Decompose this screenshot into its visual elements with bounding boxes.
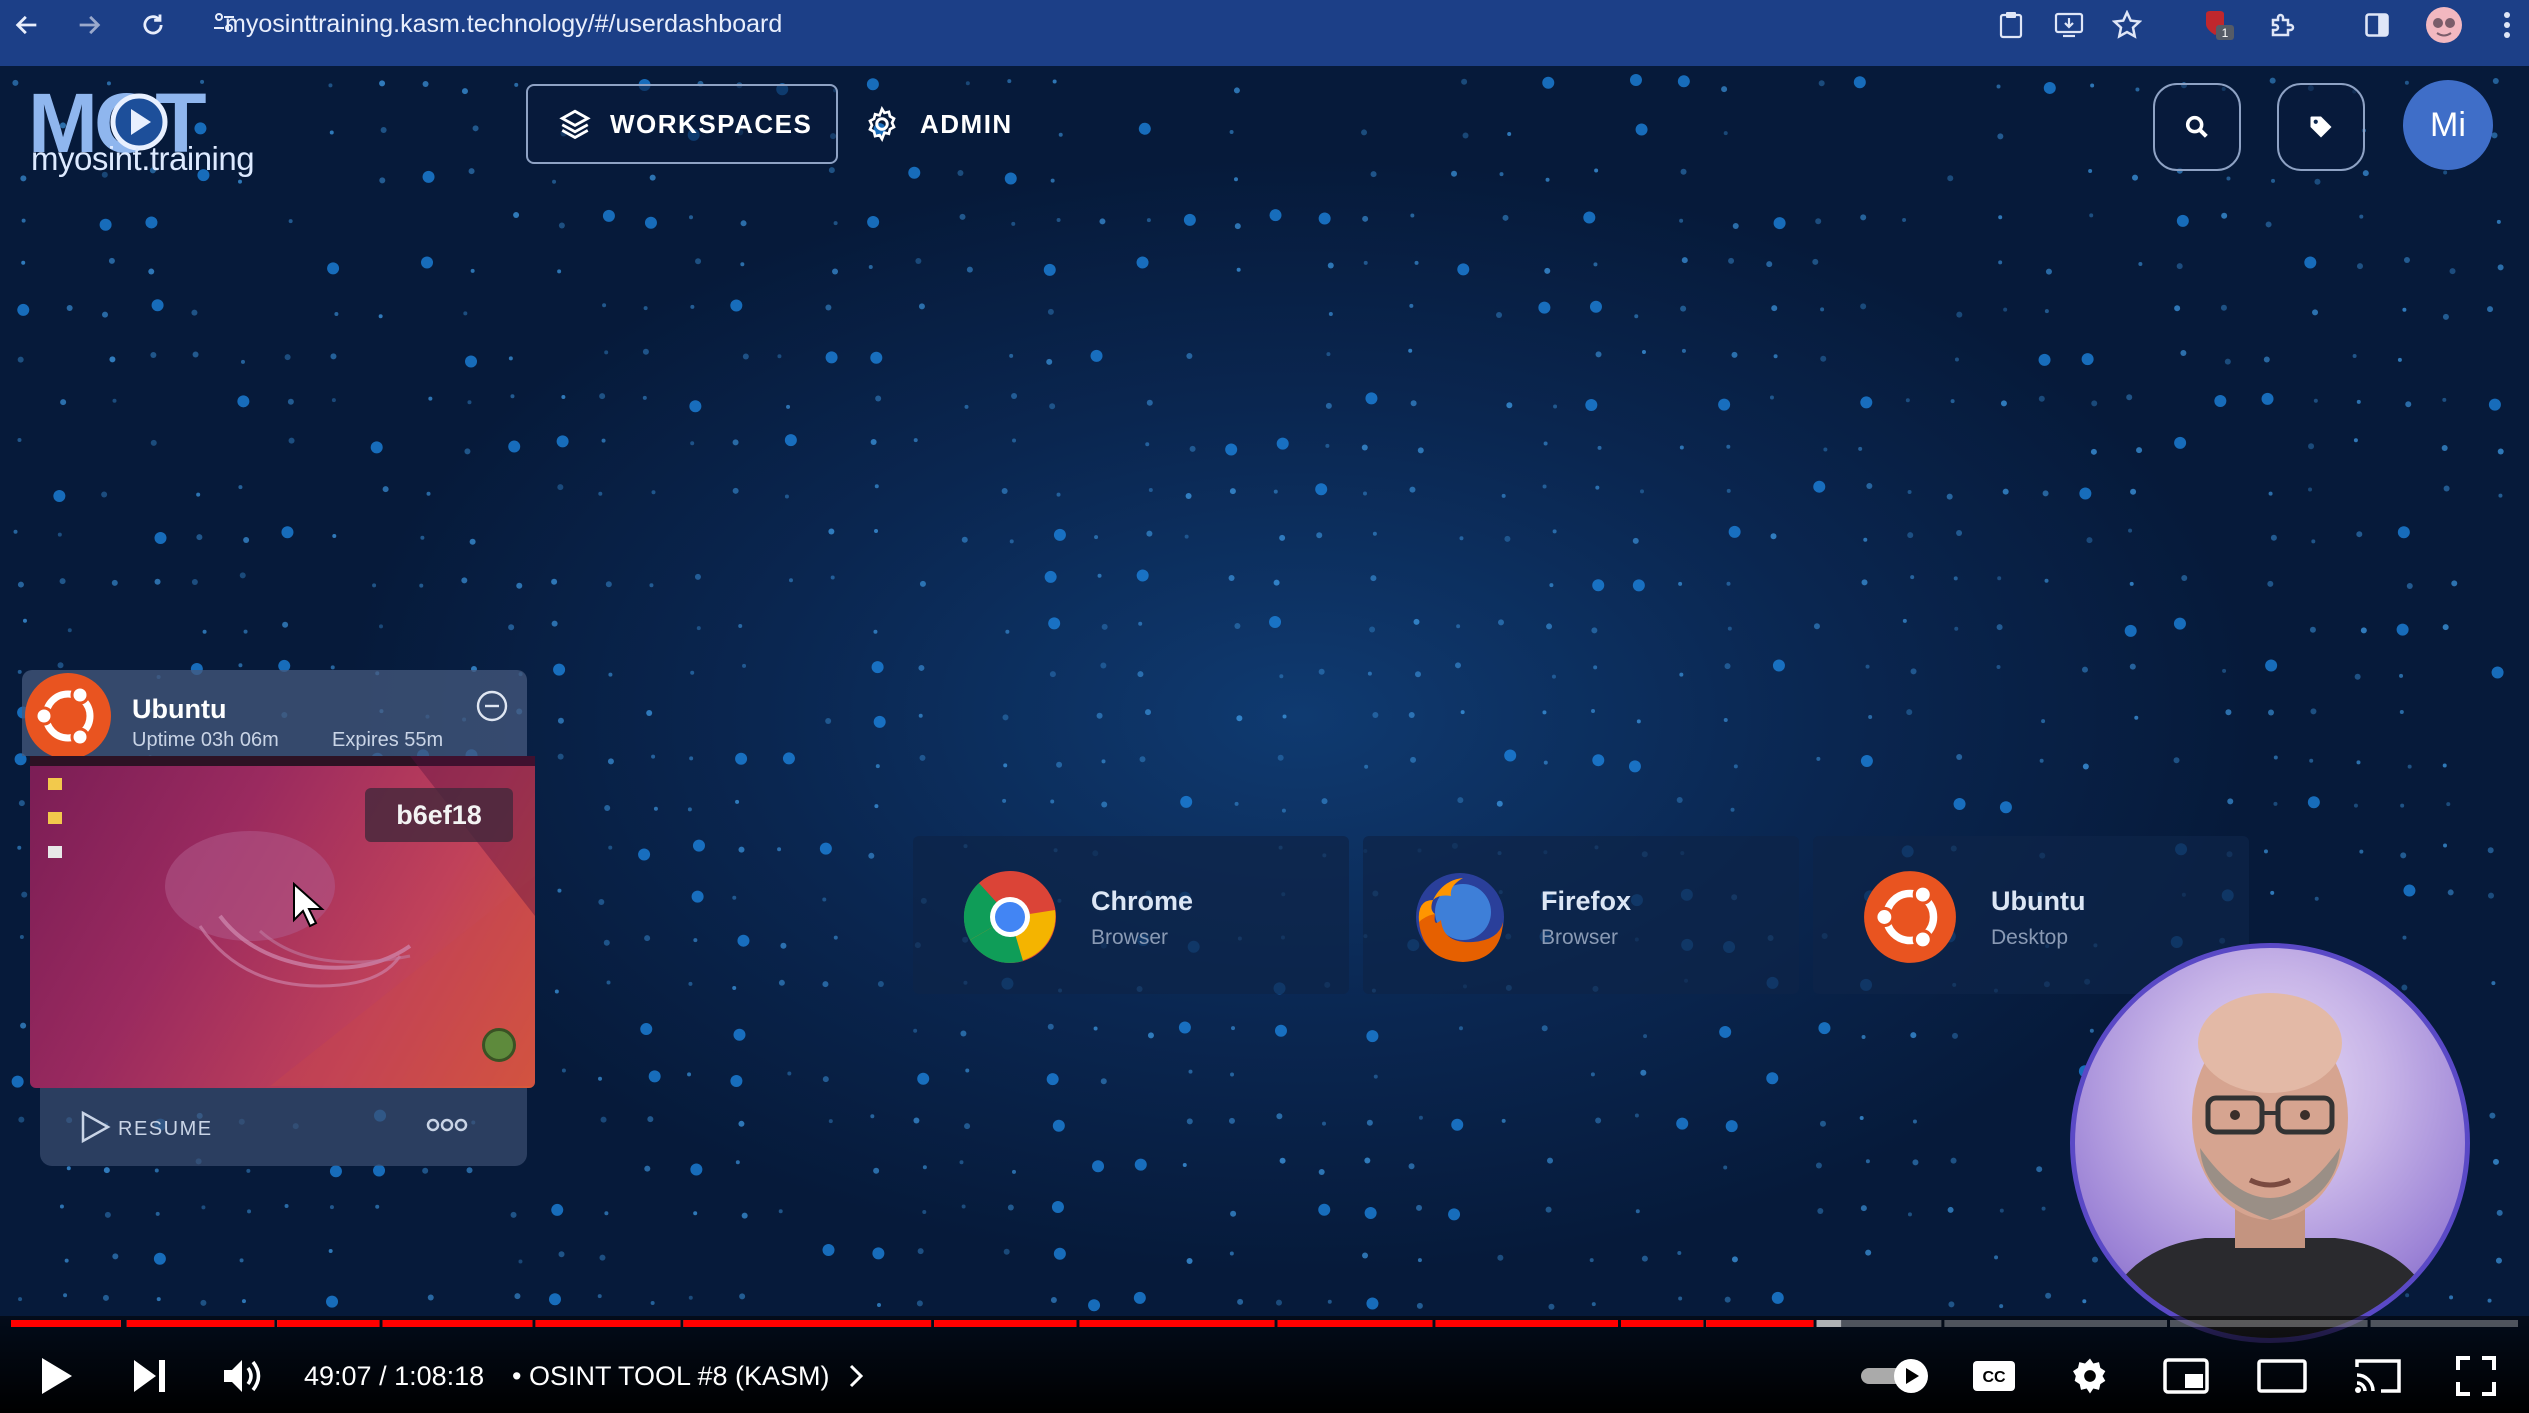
captions-button[interactable]: CC [1968,1352,2020,1400]
address-bar[interactable]: myosinttraining.kasm.technology/#/userda… [225,0,782,48]
workspaces-button[interactable]: WORKSPACES [526,84,838,164]
presenter-webcam [2070,943,2470,1343]
workspaces-label: WORKSPACES [610,108,813,139]
session-footer: RESUME [40,1088,527,1166]
gear-icon [2073,1358,2106,1394]
next-button[interactable] [124,1352,176,1400]
play-icon[interactable] [78,1110,112,1144]
session-id-badge: b6ef18 [365,788,513,842]
extensions-puzzle-icon[interactable] [2264,6,2302,44]
settings-button[interactable] [2064,1352,2116,1400]
session-name: Ubuntu [132,694,227,724]
miniplayer-icon [2163,1358,2209,1394]
session-status-indicator [482,1028,516,1062]
video-progress-bar[interactable] [11,1320,2518,1327]
session-preview[interactable]: b6ef18 [30,756,535,1088]
workspace-desc: Desktop [1991,926,2069,949]
session-card: Ubuntu Uptime 03h 06m Expires 55m b6ef18… [22,670,535,1166]
autoplay-toggle-icon [1861,1359,1928,1393]
session-expires: Expires 55m [332,729,444,751]
chapter-text: • OSINT TOOL #8 (KASM) [512,1361,830,1391]
autoplay-toggle[interactable] [1856,1352,1936,1400]
skip-next-icon [134,1360,165,1392]
workspace-name: Ubuntu [1991,886,2086,916]
session-uptime: Uptime 03h 06m [132,729,279,751]
reload-icon[interactable] [126,0,180,50]
profile-avatar-icon[interactable] [2425,6,2463,44]
side-panel-icon[interactable] [2358,6,2396,44]
install-icon[interactable] [2050,6,2088,44]
search-button[interactable] [2153,83,2241,171]
volume-button[interactable] [218,1352,270,1400]
admin-button[interactable]: ADMIN [864,84,1013,164]
workspace-launchers: Chrome Browser Firefox Browser Ubuntu De… [913,836,2249,994]
volume-icon [224,1360,261,1392]
mouse-cursor-icon [293,882,325,928]
admin-label: ADMIN [920,108,1013,139]
chrome-icon [963,871,1056,963]
logo-subtext: myosint.training [31,140,255,177]
theater-mode-button[interactable] [2256,1352,2308,1400]
workspace-desc: Browser [1091,926,1169,949]
search-icon [2185,115,2208,138]
menu-kebab-icon[interactable] [2488,6,2526,44]
play-icon [42,1358,72,1394]
video-time: 49:07 / 1:08:18 [304,1361,485,1391]
session-header: Ubuntu Uptime 03h 06m Expires 55m [22,670,527,759]
layers-icon [559,109,591,140]
workspace-name: Chrome [1091,886,1194,916]
cast-icon [2355,1359,2401,1393]
clipboard-icon[interactable] [1992,6,2030,44]
fullscreen-button[interactable] [2450,1352,2502,1400]
workspace-name: Firefox [1541,886,1632,916]
extension-badge-count: 1 [2222,26,2229,40]
chevron-right-icon [850,1364,864,1388]
theater-mode-icon [2257,1359,2307,1393]
browser-toolbar: myosinttraining.kasm.technology/#/userda… [0,0,2529,66]
workspace-tile-chrome[interactable]: Chrome Browser [913,836,1349,994]
tag-button[interactable] [2277,83,2365,171]
workspace-desc: Browser [1541,926,1619,949]
gear-icon [868,106,896,142]
bookmark-star-icon[interactable] [2108,6,2146,44]
captions-icon: CC [1973,1361,2015,1391]
tag-icon [2310,116,2332,138]
firefox-icon [1416,873,1504,962]
forward-icon[interactable] [62,0,116,50]
play-button[interactable] [30,1352,82,1400]
presenter-image [2095,993,2445,1338]
cast-button[interactable] [2352,1352,2404,1400]
back-icon[interactable] [0,0,54,50]
video-chapter-title[interactable]: • OSINT TOOL #8 (KASM) [512,1361,865,1392]
user-avatar[interactable]: Mi [2403,80,2493,170]
ubuntu-icon [1864,871,1956,963]
workspace-tile-firefox[interactable]: Firefox Browser [1363,836,1799,994]
extension-badge-icon[interactable]: 1 [2200,6,2238,44]
miniplayer-button[interactable] [2160,1352,2212,1400]
resume-button[interactable]: RESUME [118,1118,213,1141]
ubuntu-icon [25,673,111,759]
minimize-session-icon[interactable] [476,690,508,722]
svg-text:CC: CC [1982,1369,2006,1386]
more-options-icon[interactable] [425,1110,469,1140]
fullscreen-icon [2456,1356,2496,1396]
